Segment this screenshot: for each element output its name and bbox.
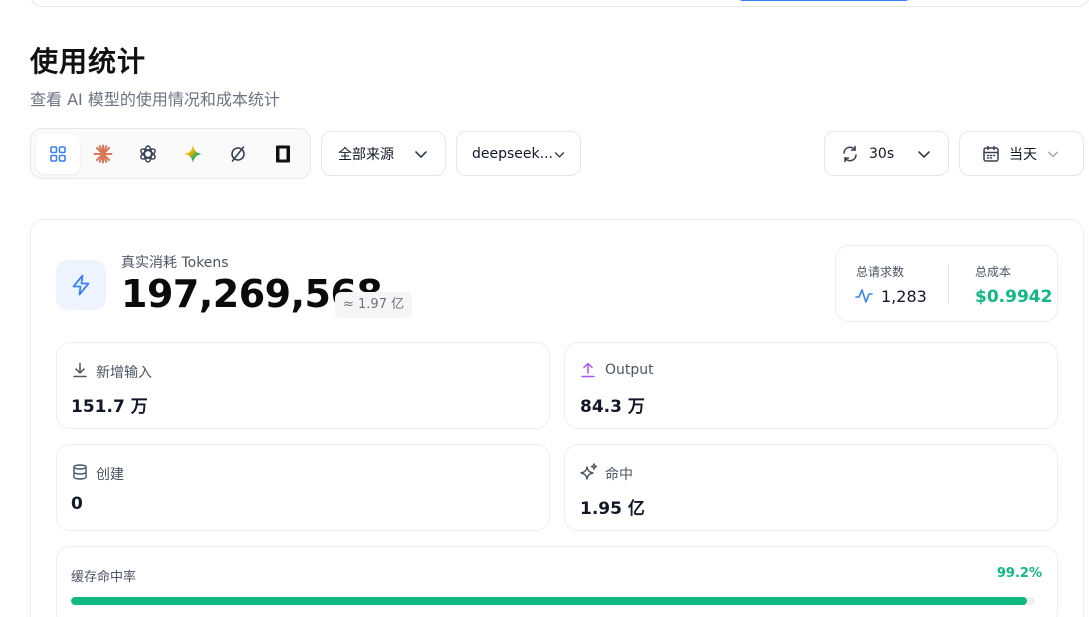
source-select[interactable]: 全部来源 [321, 131, 446, 176]
create-label: 创建 [96, 467, 124, 483]
provider-claude-button[interactable] [81, 134, 125, 174]
claude-icon [93, 144, 113, 163]
database-icon [73, 464, 87, 480]
usage-stats-page: 使用统计 查看 AI 模型的使用情况和成本统计 全部来源 deepseek...… [0, 0, 1089, 617]
top-bar-active-indicator [740, 0, 908, 1]
date-range-select[interactable]: 当天 [959, 131, 1084, 176]
activity-icon [855, 289, 873, 303]
output-label: Output [605, 362, 654, 378]
provider-openai-button[interactable] [126, 134, 170, 174]
top-bar [30, 0, 1089, 7]
model-select-value: deepseek... [472, 145, 553, 162]
slash-circle-icon [231, 145, 245, 162]
chevron-down-icon [415, 151, 427, 158]
create-value: 0 [71, 494, 83, 514]
input-label: 新增输入 [96, 365, 152, 381]
cache-hit-rate-card [56, 546, 1058, 617]
sparkles-icon [580, 463, 598, 480]
chevron-down-icon [918, 151, 930, 158]
page-subtitle: 查看 AI 模型的使用情况和成本统计 [30, 90, 280, 109]
provider-filter-group [30, 128, 311, 179]
hit-label: 命中 [605, 467, 633, 483]
download-icon [73, 362, 87, 378]
provider-gemini-button[interactable] [171, 134, 215, 174]
calendar-icon [983, 145, 999, 162]
hit-value: 1.95 亿 [580, 499, 645, 519]
total-cost-label: 总成本 [975, 265, 1012, 279]
upload-icon [581, 362, 595, 378]
cache-hit-rate-track [71, 597, 1035, 605]
total-cost-value: $0.9942 [975, 287, 1053, 307]
chevron-down-icon [554, 152, 565, 158]
provider-other-button[interactable] [216, 134, 260, 174]
page-title: 使用统计 [30, 45, 147, 78]
refresh-interval-value: 30s [869, 145, 895, 162]
openai-icon [140, 144, 156, 163]
total-requests-value: 1,283 [881, 287, 927, 306]
refresh-interval-select[interactable]: 30s [824, 131, 949, 176]
cache-hit-rate-label: 缓存命中率 [71, 570, 137, 585]
cache-hit-rate-percent: 99.2% [996, 566, 1042, 581]
provider-custom-button[interactable] [261, 134, 305, 174]
cache-hit-rate-fill [71, 597, 1028, 605]
input-value: 151.7 万 [71, 397, 148, 417]
tokens-label: 真实消耗 Tokens [121, 255, 229, 271]
source-select-value: 全部来源 [338, 146, 394, 163]
tokens-approx-badge: ≈ 1.97 亿 [335, 292, 413, 318]
model-select[interactable]: deepseek... [456, 131, 581, 176]
black-square-icon [276, 145, 290, 162]
summary-box [835, 245, 1058, 322]
lightning-bolt-icon [72, 274, 90, 296]
stat-card-create [56, 444, 550, 531]
refresh-icon [843, 145, 857, 163]
tokens-icon-box [56, 260, 106, 310]
summary-divider [948, 264, 949, 304]
grid-icon [50, 145, 66, 162]
output-value: 84.3 万 [580, 397, 645, 417]
chevron-down-icon [1048, 151, 1058, 158]
gemini-icon [184, 144, 202, 163]
total-requests-label: 总请求数 [856, 265, 905, 279]
date-range-value: 当天 [1009, 146, 1037, 163]
provider-all-button[interactable] [36, 133, 80, 174]
